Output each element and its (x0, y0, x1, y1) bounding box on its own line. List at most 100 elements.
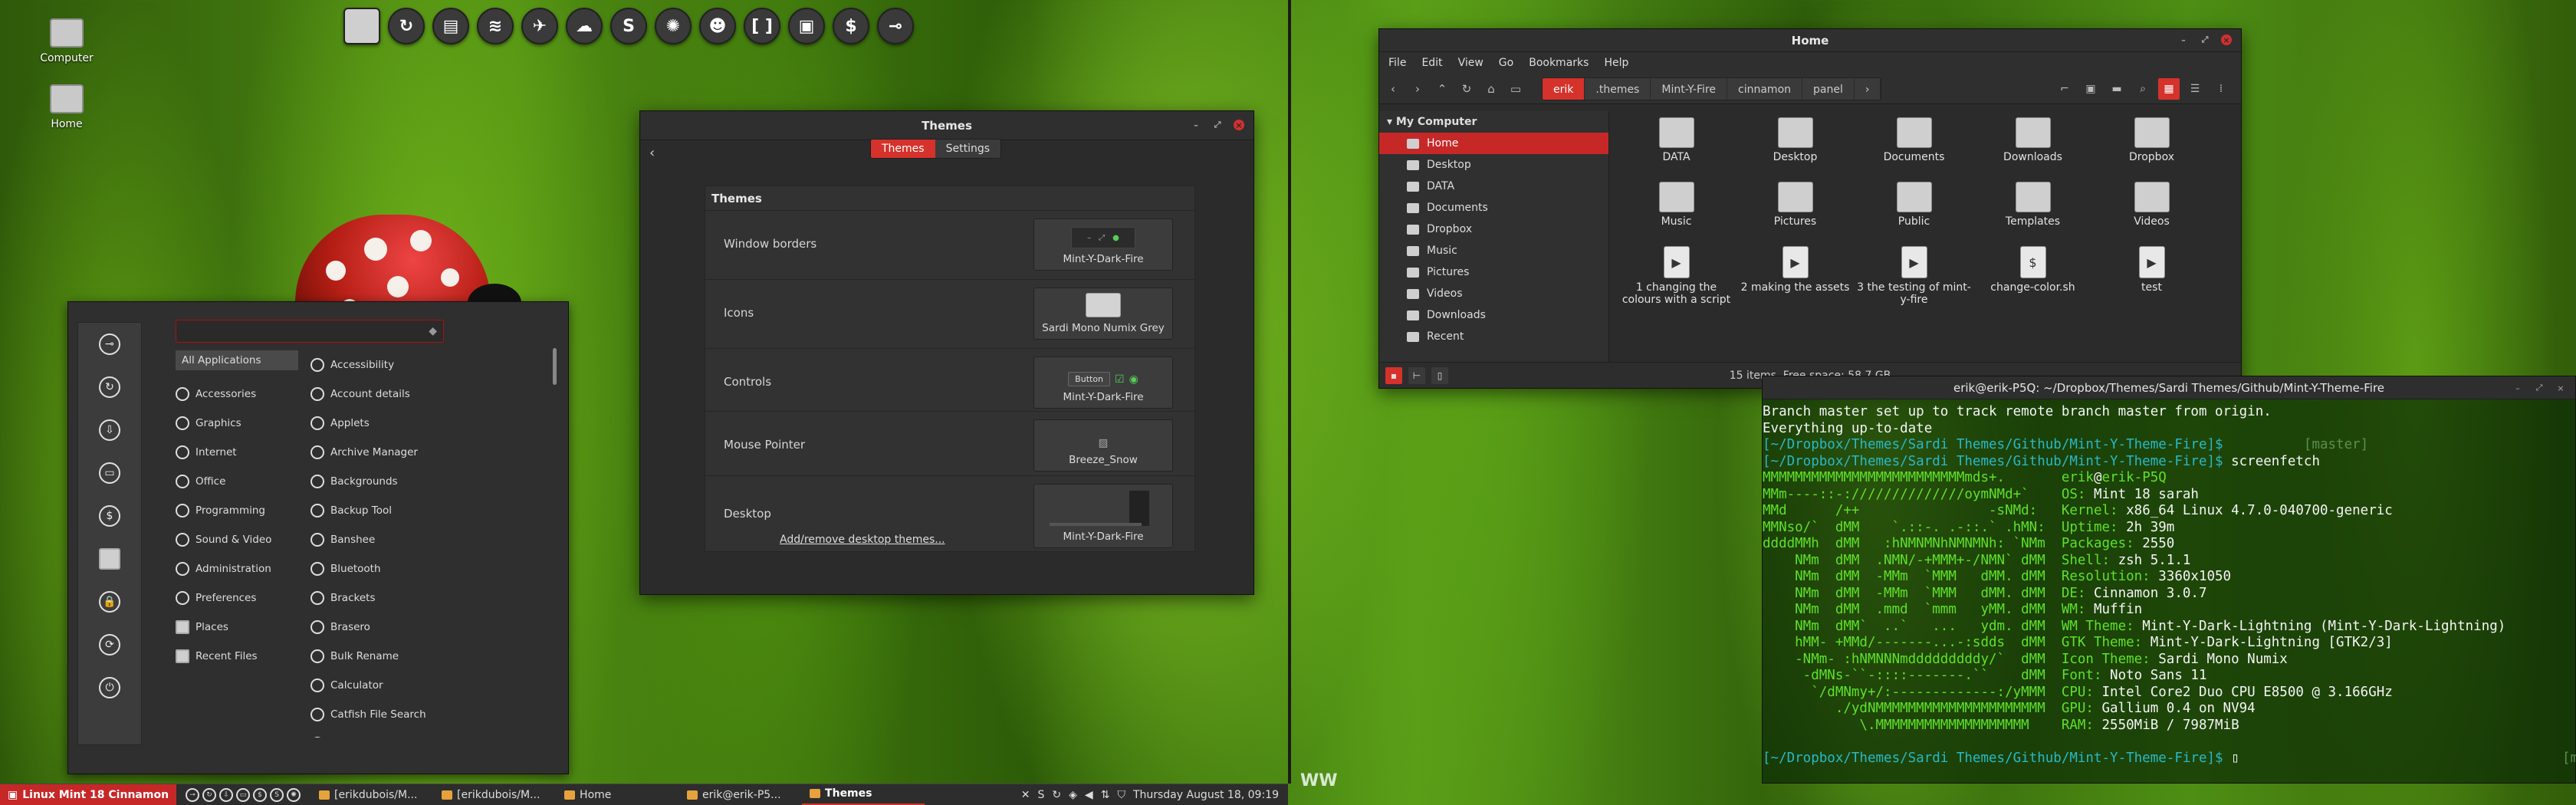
dropbox-icon[interactable]: ◈ (1069, 789, 1077, 801)
file-item[interactable]: Videos (2092, 182, 2211, 243)
power-icon[interactable]: ⏻ (99, 677, 120, 698)
search-icon[interactable]: ⌕ (2132, 78, 2154, 100)
app-item[interactable]: Backgrounds (310, 467, 525, 496)
clock[interactable]: Thursday August 18, 09:19 (1133, 789, 1279, 801)
forward-icon[interactable]: › (1411, 82, 1424, 96)
taskbar-window-button[interactable]: Themes (802, 784, 925, 805)
tools-icon[interactable]: ✕ (1021, 789, 1030, 801)
folder-icon[interactable] (343, 8, 380, 44)
app-item[interactable]: Brasero (310, 613, 525, 642)
category-item[interactable]: Office (176, 467, 298, 496)
sidebar-item[interactable]: Dropbox (1379, 219, 1608, 240)
tree-toggle-icon[interactable]: ⊢ (1408, 367, 1425, 384)
telegram-icon[interactable]: ✈ (521, 8, 558, 44)
spotify-icon[interactable]: ≋ (477, 8, 514, 44)
shield-icon[interactable]: ⛉ (1117, 789, 1125, 801)
breadcrumb-item[interactable]: cinnamon (1727, 77, 1803, 100)
file-item[interactable]: Dropbox (2092, 117, 2211, 179)
category-item[interactable]: Sound & Video (176, 525, 298, 554)
minimize-icon[interactable]: – (2512, 383, 2523, 393)
file-item[interactable]: ▶ 2 making the assets (1736, 246, 1855, 330)
download-icon[interactable]: ⇩ (99, 419, 120, 441)
menu-item[interactable]: Bookmarks (1529, 57, 1589, 69)
file-item[interactable]: ▶ test (2092, 246, 2211, 330)
menu-item[interactable]: Edit (1421, 57, 1442, 69)
menu-item[interactable]: View (1458, 57, 1484, 69)
file-item[interactable]: Music (1617, 182, 1736, 243)
close-icon[interactable]: × (2221, 34, 2232, 45)
pathbar-toggle-icon[interactable]: ⌐ (2054, 78, 2075, 100)
category-item[interactable]: Administration (176, 554, 298, 583)
settings-icon[interactable]: ✺ (287, 787, 301, 802)
folder-icon[interactable]: ▬ (2106, 78, 2128, 100)
file-item[interactable]: Public (1855, 182, 1973, 243)
update-icon[interactable]: ↻ (388, 8, 425, 44)
back-icon[interactable]: ‹ (1387, 82, 1399, 96)
breadcrumb-item[interactable]: erik (1543, 77, 1585, 100)
terminal-icon[interactable]: ▣ (2080, 78, 2101, 100)
launcher-icon[interactable]: ⊸ (186, 787, 200, 802)
app-item[interactable]: Accessibility (310, 350, 525, 380)
add-remove-desktop-themes-link[interactable]: Add/remove desktop themes... (780, 534, 945, 546)
app-item[interactable]: Backup Tool (310, 496, 525, 525)
file-item[interactable]: Downloads (1973, 117, 2092, 179)
file-item[interactable]: Documents (1855, 117, 1973, 179)
up-icon[interactable]: ⌃ (1436, 82, 1448, 96)
sync-icon[interactable]: ↻ (1052, 789, 1061, 801)
file-item[interactable]: Pictures (1736, 182, 1855, 243)
window-borders-chooser[interactable]: – ⤢ ● Mint-Y-Dark-Fire (1033, 219, 1173, 271)
taskbar-window-button[interactable]: [erikdubois/M... (311, 784, 434, 805)
breadcrumb-item[interactable]: panel (1802, 77, 1855, 100)
skype-icon[interactable]: S (270, 787, 284, 802)
taskbar-window-button[interactable]: erik@erik-P5... (679, 784, 802, 805)
desktop-icon-computer[interactable]: Computer (32, 18, 101, 64)
places-toggle-icon[interactable]: ▪ (1385, 367, 1402, 384)
sidebar-item[interactable]: Pictures (1379, 261, 1608, 283)
app-item[interactable]: Applets (310, 409, 525, 438)
file-item[interactable]: DATA (1617, 117, 1736, 179)
desktop-chooser[interactable]: Mint-Y-Dark-Fire (1033, 484, 1173, 548)
app-item[interactable]: Account details (310, 380, 525, 409)
home-icon[interactable]: ⌂ (1485, 82, 1497, 96)
back-arrow-icon[interactable]: ‹ (649, 145, 655, 161)
sidebar-item[interactable]: DATA (1379, 176, 1608, 197)
close-icon[interactable]: × (1234, 120, 1244, 130)
category-item[interactable]: Preferences (176, 583, 298, 613)
taskbar-window-button[interactable]: Home (557, 784, 679, 805)
pinwheel-icon[interactable]: ✺ (655, 8, 692, 44)
skype-icon[interactable]: S (610, 8, 647, 44)
cloud-icon[interactable]: ☁ (566, 8, 603, 44)
sidebar-item[interactable]: Music (1379, 240, 1608, 261)
window-icon[interactable]: ▭ (99, 462, 120, 484)
maximize-icon[interactable]: ⤢ (1212, 120, 1223, 130)
icons-chooser[interactable]: Sardi Mono Numix Grey (1033, 288, 1173, 340)
logout-icon[interactable]: ⟳ (99, 634, 120, 656)
sidebar-item[interactable]: Desktop (1379, 154, 1608, 176)
category-item[interactable]: Programming (176, 496, 298, 525)
reload-icon[interactable]: ↻ (1460, 82, 1473, 96)
desktop-icon-home[interactable]: Home (32, 84, 101, 130)
app-item[interactable]: Character Map (310, 729, 525, 738)
launcher-icon[interactable]: ⊸ (99, 334, 120, 355)
sidebar-item[interactable]: Recent (1379, 326, 1608, 347)
sidebar-item[interactable]: Home (1379, 133, 1608, 154)
folder-icon[interactable] (99, 548, 120, 570)
app-item[interactable]: Banshee (310, 525, 525, 554)
close-icon[interactable]: × (2555, 383, 2566, 393)
breadcrumb-item[interactable]: .themes (1585, 77, 1651, 100)
menu-button[interactable]: ▣ Linux Mint 18 Cinnamon (0, 784, 177, 805)
file-item[interactable]: Templates (1973, 182, 2092, 243)
compact-view-icon[interactable]: ⁞ (2210, 78, 2232, 100)
sidebar-item[interactable]: Downloads (1379, 304, 1608, 326)
breadcrumb-item[interactable]: Mint-Y-Fire (1651, 77, 1728, 100)
app-item[interactable]: Bluetooth (310, 554, 525, 583)
category-item[interactable]: Recent Files (176, 642, 298, 671)
screenshot-icon[interactable]: ▣ (788, 8, 825, 44)
pointer-chooser[interactable]: ▨ Breeze_Snow (1033, 419, 1173, 472)
toggle-icon[interactable]: ⊸ (877, 8, 914, 44)
minimize-icon[interactable]: – (2178, 34, 2189, 45)
terminal-icon[interactable]: $ (253, 787, 268, 802)
menu-search-input[interactable]: ◆ (176, 320, 444, 343)
sidebar-item[interactable]: Videos (1379, 283, 1608, 304)
sidebar-header[interactable]: ▾ My Computer (1379, 111, 1608, 133)
